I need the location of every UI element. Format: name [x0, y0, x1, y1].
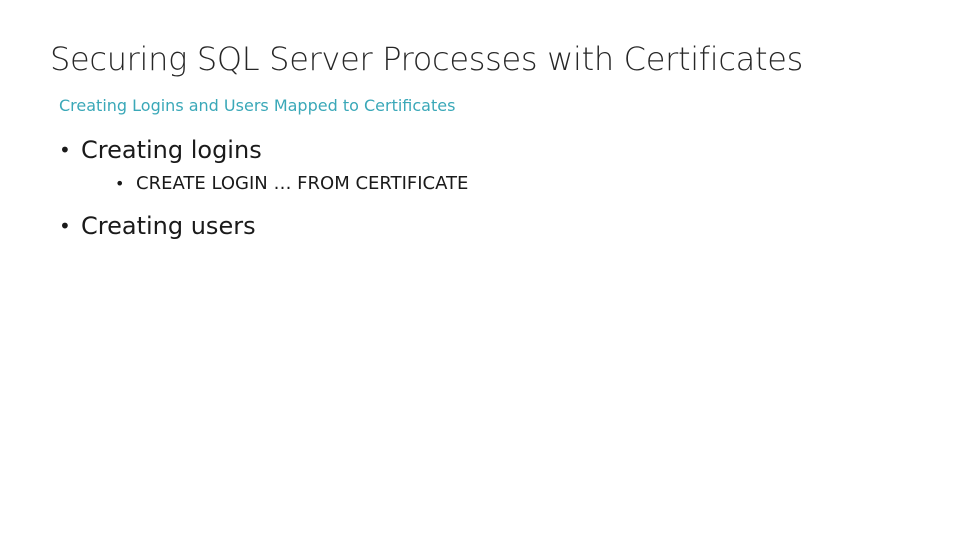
bullet-icon: • [115, 174, 125, 193]
bullet-item-creating-users: • Creating users [59, 210, 468, 242]
bullet-text: Creating logins [81, 136, 262, 164]
bullet-icon: • [59, 214, 71, 238]
bullet-item-creating-logins: • Creating logins [59, 134, 468, 166]
slide-title: Securing SQL Server Processes with Certi… [50, 40, 803, 78]
bullet-text: Creating users [81, 212, 256, 240]
slide: Securing SQL Server Processes with Certi… [0, 0, 960, 540]
bullet-icon: • [59, 138, 71, 162]
slide-subtitle: Creating Logins and Users Mapped to Cert… [59, 96, 456, 115]
bullet-list: • Creating logins • CREATE LOGIN … FROM … [59, 134, 468, 242]
bullet-text: CREATE LOGIN … FROM CERTIFICATE [136, 173, 469, 194]
sub-bullet-item-create-login: • CREATE LOGIN … FROM CERTIFICATE [59, 170, 468, 198]
